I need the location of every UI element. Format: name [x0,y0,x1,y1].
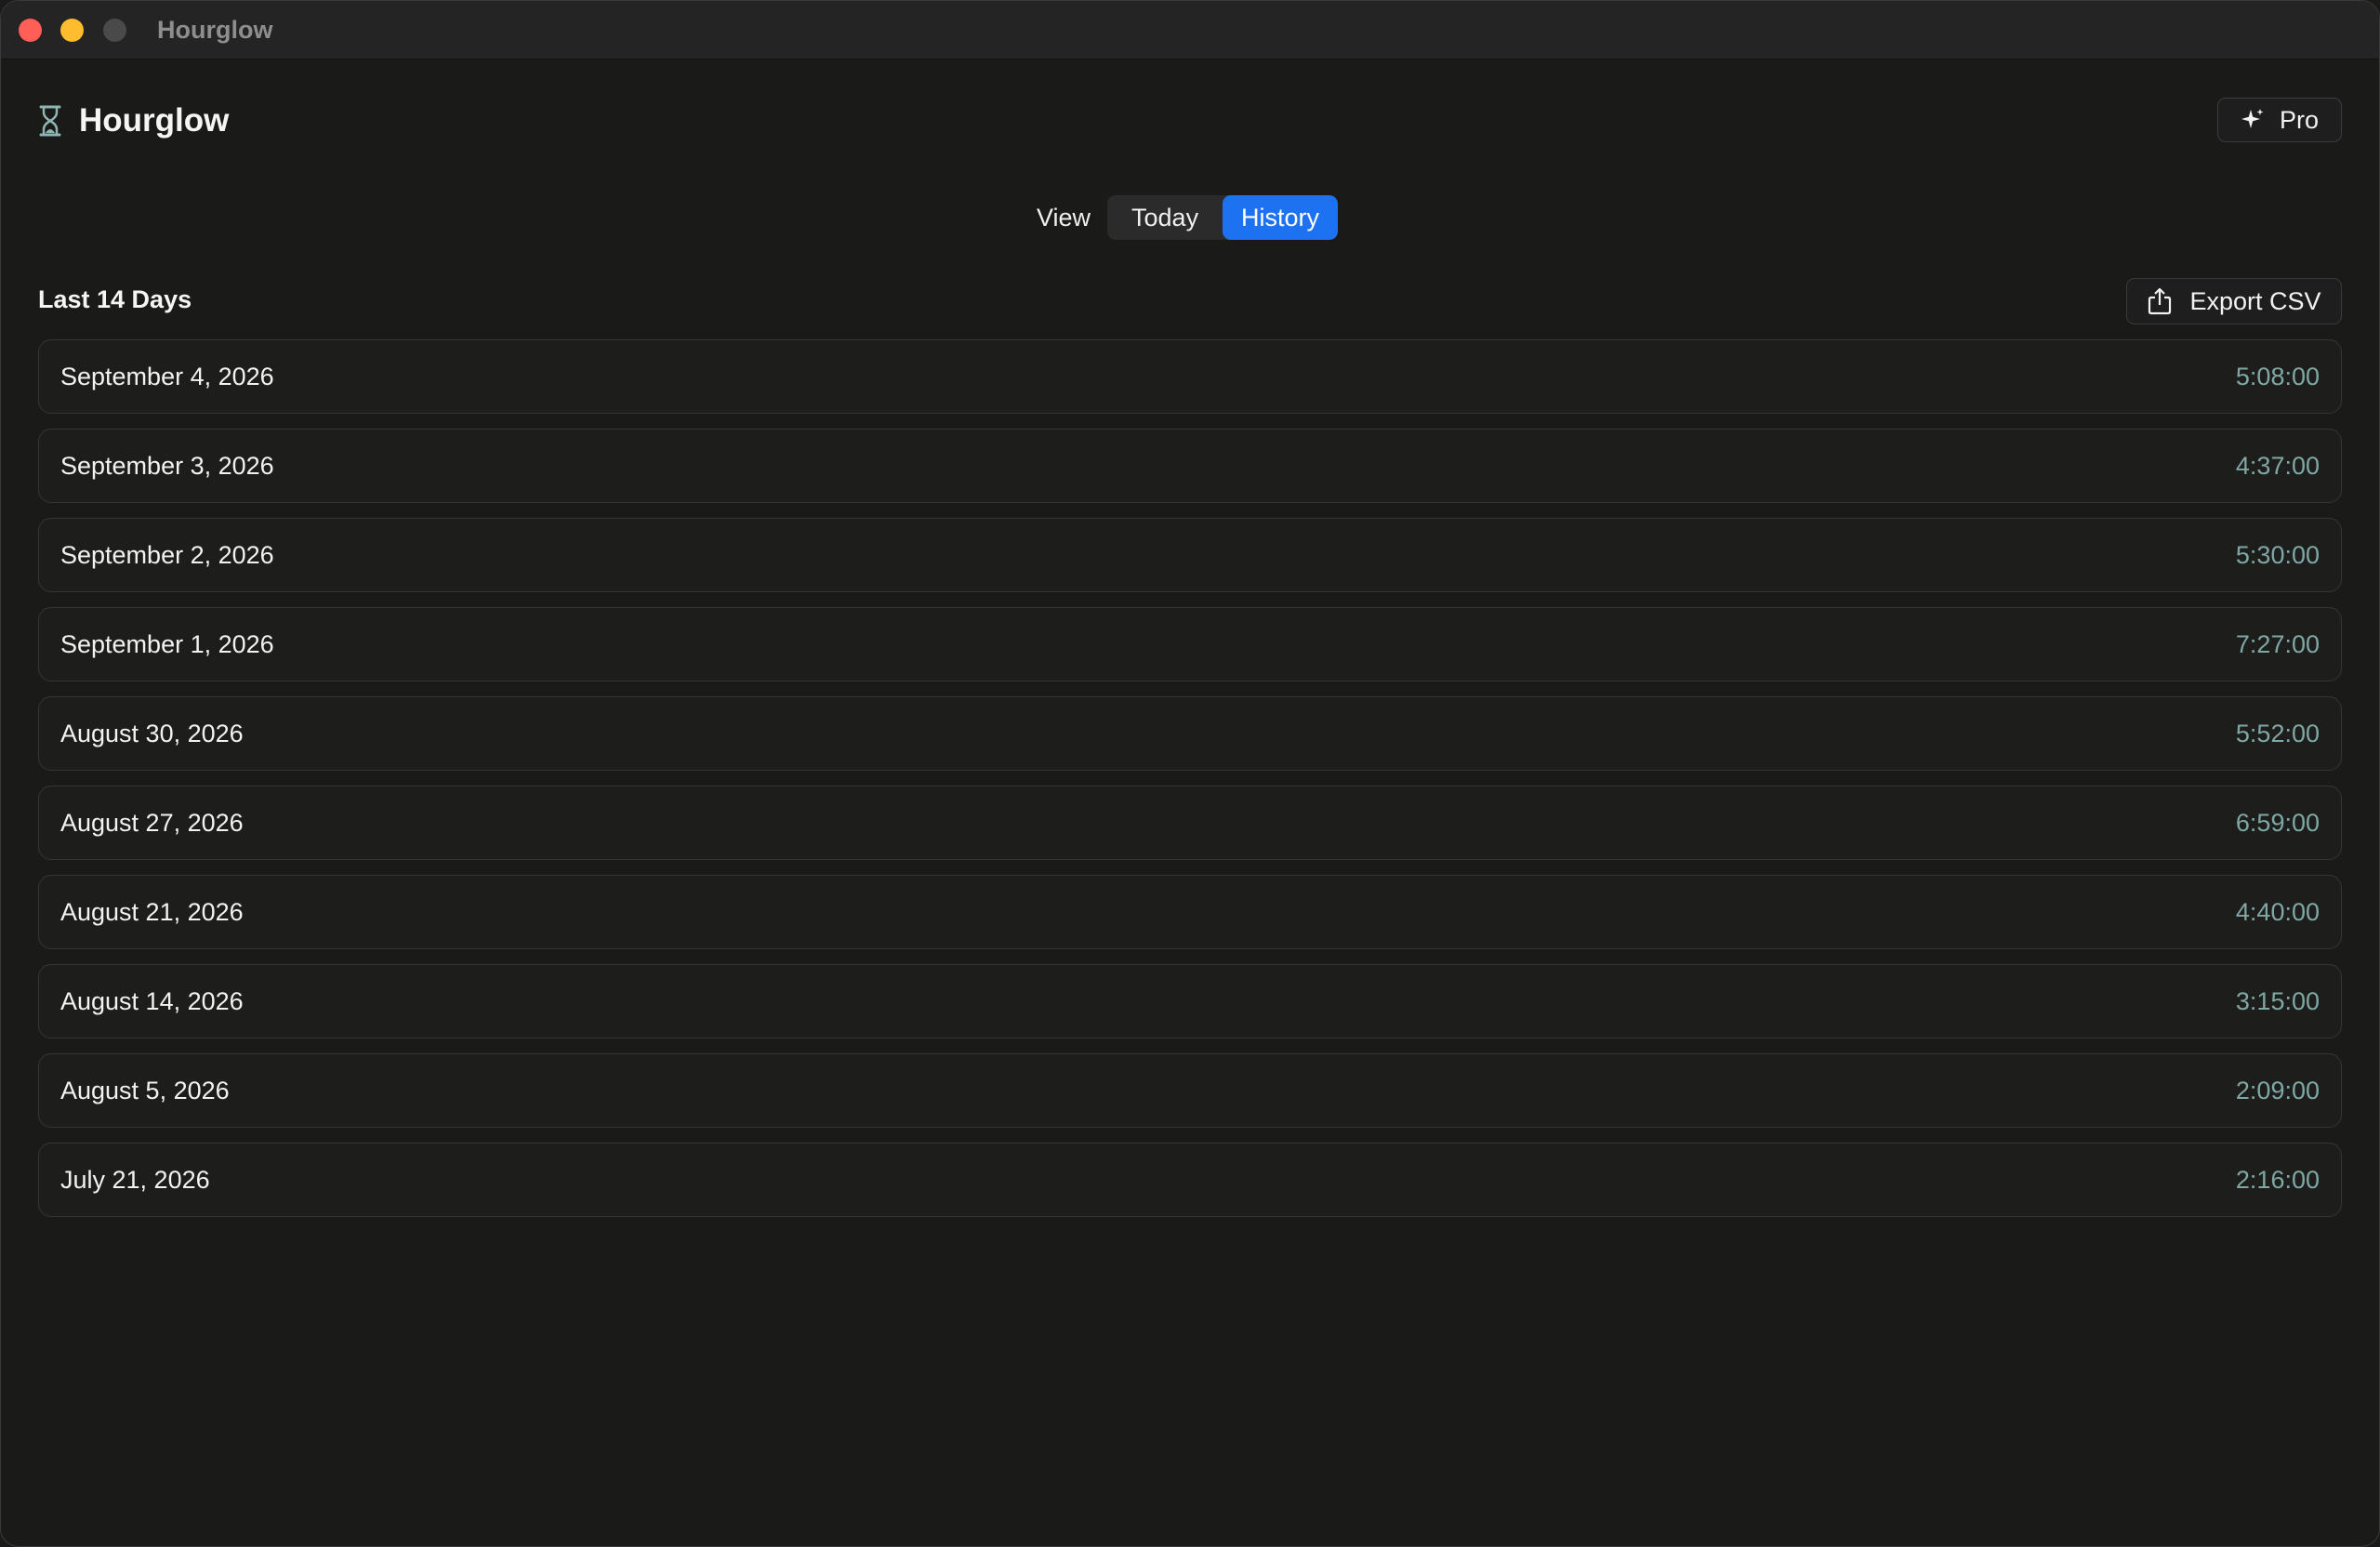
entry-duration: 2:16:00 [2235,1166,2320,1194]
export-csv-button[interactable]: Export CSV [2126,278,2342,324]
list-item[interactable]: August 5, 2026 2:09:00 [38,1053,2342,1128]
zoom-window-button[interactable] [103,19,126,42]
minimize-window-button[interactable] [60,19,84,42]
list-item[interactable]: August 14, 2026 3:15:00 [38,964,2342,1038]
list-item[interactable]: August 21, 2026 4:40:00 [38,875,2342,949]
list-item[interactable]: August 30, 2026 5:52:00 [38,696,2342,771]
close-window-button[interactable] [19,19,42,42]
entry-date: August 14, 2026 [60,987,244,1015]
hourglass-icon [39,105,61,137]
section-title: Last 14 Days [38,285,192,313]
pro-button-label: Pro [2279,105,2320,134]
view-selector: View Today History [1037,195,1339,240]
sparkle-icon [2241,109,2264,128]
export-csv-label: Export CSV [2189,286,2321,315]
title-bar: Hourglow [1,1,2379,60]
list-item[interactable]: September 2, 2026 5:30:00 [38,518,2342,592]
list-item[interactable]: September 4, 2026 5:08:00 [38,339,2342,414]
entry-date: September 4, 2026 [60,363,274,390]
window-title: Hourglow [157,16,273,44]
entry-date: August 21, 2026 [60,898,244,926]
view-label: View [1037,203,1091,231]
app-title: Hourglow [79,102,230,139]
pro-button[interactable]: Pro [2217,98,2342,142]
entry-duration: 3:15:00 [2235,987,2320,1015]
list-item[interactable]: August 27, 2026 6:59:00 [38,786,2342,860]
entry-date: August 5, 2026 [60,1077,230,1104]
entry-date: September 3, 2026 [60,452,274,480]
history-list: September 4, 2026 5:08:00 September 3, 2… [38,339,2342,1232]
entry-duration: 7:27:00 [2235,630,2320,658]
entry-duration: 6:59:00 [2235,809,2320,837]
list-item[interactable]: July 21, 2026 2:16:00 [38,1143,2342,1217]
entry-date: September 2, 2026 [60,541,274,569]
app-header: Hourglow [38,99,229,142]
tab-today[interactable]: Today [1107,195,1223,240]
list-item[interactable]: September 3, 2026 4:37:00 [38,429,2342,503]
entry-date: August 30, 2026 [60,720,244,747]
entry-date: July 21, 2026 [60,1166,210,1194]
entry-date: August 27, 2026 [60,809,244,837]
share-icon [2149,287,2172,315]
view-segmented-control: Today History [1107,195,1339,240]
app-window: Hourglow Hourglow Pro View Today History… [0,0,2380,1547]
entry-duration: 5:08:00 [2235,363,2320,390]
entry-duration: 4:37:00 [2235,452,2320,480]
entry-duration: 2:09:00 [2235,1077,2320,1104]
entry-duration: 5:52:00 [2235,720,2320,747]
list-item[interactable]: September 1, 2026 7:27:00 [38,607,2342,681]
entry-duration: 4:40:00 [2235,898,2320,926]
tab-history[interactable]: History [1223,195,1339,240]
entry-duration: 5:30:00 [2235,541,2320,569]
entry-date: September 1, 2026 [60,630,274,658]
